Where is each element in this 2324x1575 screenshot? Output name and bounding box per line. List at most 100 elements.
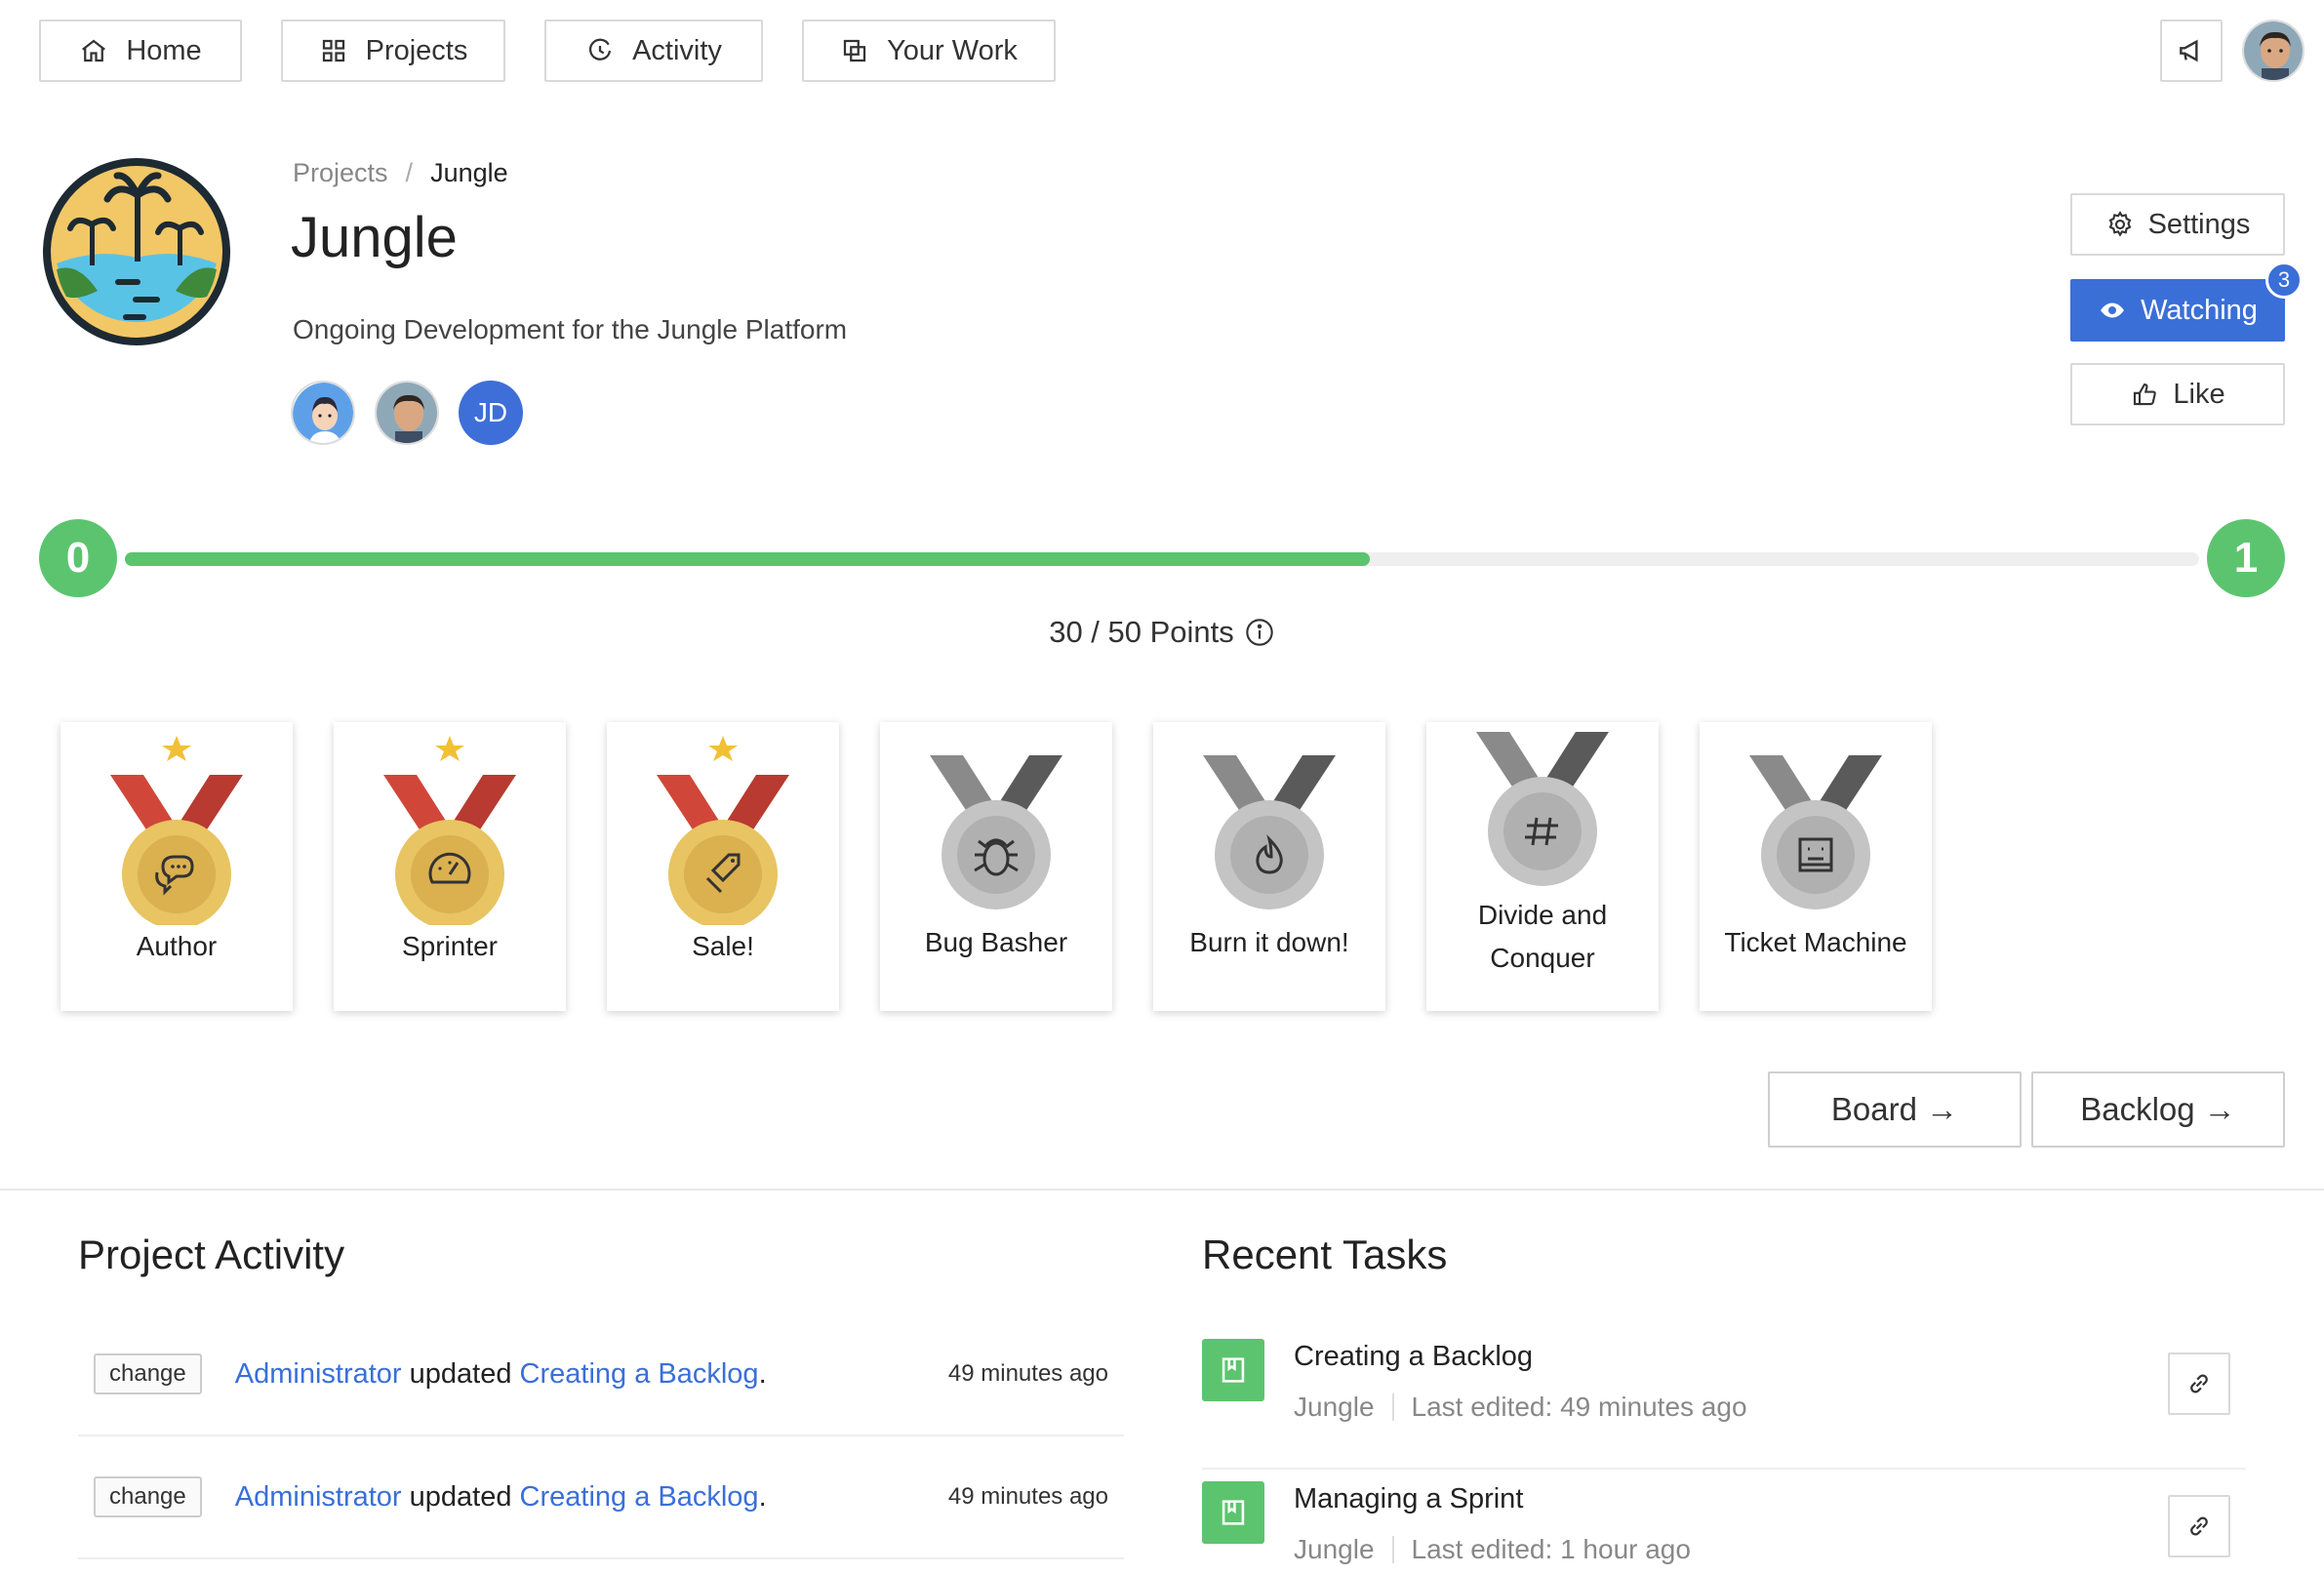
settings-label: Settings <box>2147 208 2251 240</box>
recent-tasks-title: Recent Tasks <box>1202 1232 1448 1277</box>
badge-label: Sale! <box>692 931 754 961</box>
info-icon[interactable] <box>1244 617 1275 648</box>
silver-medal-icon <box>1749 755 1882 909</box>
next-level-badge: 1 <box>2207 519 2285 597</box>
gold-medal-icon <box>110 736 243 925</box>
project-description: Ongoing Development for the Jungle Platf… <box>293 314 848 344</box>
board-link-button[interactable]: Board → <box>1768 1071 2022 1148</box>
activity-text: Administrator updated Creating a Backlog… <box>235 1358 767 1391</box>
activity-verb: updated <box>409 1357 512 1390</box>
activity-row: change Administrator updated Creating a … <box>78 1436 1124 1559</box>
badge-label: Bug Basher <box>924 927 1068 957</box>
gold-medal-icon <box>383 736 516 925</box>
badge-label: Divide and Conquer <box>1478 894 1607 980</box>
task-title[interactable]: Creating a Backlog <box>1294 1341 1533 1373</box>
nav-projects-button[interactable]: Projects <box>281 20 505 82</box>
breadcrumb-projects-link[interactable]: Projects <box>293 158 388 188</box>
task-project: Jungle <box>1294 1534 1375 1564</box>
activity-target-link[interactable]: Creating a Backlog <box>520 1481 759 1513</box>
badge-card-author[interactable]: Author <box>60 722 293 1011</box>
task-story-icon <box>1202 1339 1264 1401</box>
history-icon <box>589 38 612 61</box>
activity-text: Administrator updated Creating a Backlog… <box>235 1481 767 1514</box>
activity-row: change Administrator updated Creating a … <box>78 1313 1124 1436</box>
gold-medal-icon <box>657 736 789 925</box>
settings-button[interactable]: Settings <box>2070 193 2285 256</box>
breadcrumb: Projects / Jungle <box>293 158 508 188</box>
user-photo <box>2244 21 2303 80</box>
silver-medal-icon <box>1476 732 1609 886</box>
activity-end: . <box>758 1357 767 1390</box>
meta-divider <box>1391 1536 1394 1563</box>
activity-timestamp: 49 minutes ago <box>947 1483 1108 1510</box>
member-avatar[interactable] <box>375 381 439 445</box>
thumbs-up-icon <box>2134 383 2157 406</box>
nav-activity-button[interactable]: Activity <box>544 20 763 82</box>
activity-verb: updated <box>409 1480 512 1513</box>
activity-target-link[interactable]: Creating a Backlog <box>520 1358 759 1390</box>
badge-label-line: Divide and <box>1477 900 1608 930</box>
badge-card-burn-it-down[interactable]: Burn it down! <box>1153 722 1385 1011</box>
watching-button[interactable]: Watching <box>2070 279 2285 342</box>
badge-card-sprinter[interactable]: Sprinter <box>334 722 566 1011</box>
home-icon <box>82 39 106 62</box>
watchers-count-badge: 3 <box>2265 262 2303 299</box>
points-progress-fill <box>125 552 1370 566</box>
breadcrumb-separator: / <box>405 158 414 187</box>
badge-card-sale[interactable]: Sale! <box>607 722 839 1011</box>
badge-card-bug-basher[interactable]: Bug Basher <box>880 722 1112 1011</box>
points-summary: 30 / 50 Points <box>0 615 2324 650</box>
badge-label: Ticket Machine <box>1724 927 1907 957</box>
task-link-button[interactable] <box>2168 1353 2230 1415</box>
activity-actor-link[interactable]: Administrator <box>235 1358 402 1390</box>
task-row[interactable]: Creating a Backlog Jungle Last edited: 4… <box>1202 1327 2246 1470</box>
badge-label: Sprinter <box>401 931 499 961</box>
badge-card-divide-and-conquer[interactable]: Divide and Conquer <box>1426 722 1659 1011</box>
eye-icon <box>2101 303 2124 318</box>
nav-activity-label: Activity <box>632 34 722 66</box>
task-last-edited: Last edited: 49 minutes ago <box>1411 1392 1747 1422</box>
announcements-button[interactable] <box>2160 20 2223 82</box>
task-last-edited: Last edited: 1 hour ago <box>1411 1534 1691 1564</box>
task-title[interactable]: Managing a Sprint <box>1294 1483 1523 1515</box>
current-level-badge: 0 <box>39 519 117 597</box>
gear-icon <box>2108 211 2131 237</box>
user-avatar[interactable] <box>2242 20 2304 82</box>
activity-type-chip: change <box>94 1476 202 1517</box>
project-activity-title: Project Activity <box>78 1232 345 1277</box>
nav-home-button[interactable]: Home <box>39 20 242 82</box>
task-link-button[interactable] <box>2168 1495 2230 1557</box>
achievement-badges: Author Sprinter Sale! Bug Basher Burn it… <box>60 722 1932 1011</box>
link-icon <box>2190 1374 2208 1393</box>
backlog-link-button[interactable]: Backlog → <box>2031 1071 2285 1148</box>
badge-label: Author <box>136 931 218 961</box>
watching-label: Watching <box>2141 294 2258 326</box>
points-text: 30 / 50 Points <box>1049 615 1234 649</box>
nav-projects-label: Projects <box>365 34 468 66</box>
task-meta: Jungle Last edited: 1 hour ago <box>1294 1534 1691 1565</box>
activity-actor-link[interactable]: Administrator <box>235 1481 402 1513</box>
task-project: Jungle <box>1294 1392 1375 1422</box>
copy-icon <box>843 39 866 62</box>
top-nav: Home Projects Activity Your Work <box>39 20 1056 82</box>
like-button[interactable]: Like <box>2070 363 2285 425</box>
task-meta: Jungle Last edited: 49 minutes ago <box>1294 1392 1747 1423</box>
activity-end: . <box>758 1480 767 1513</box>
task-story-icon <box>1202 1481 1264 1544</box>
task-row[interactable]: Managing a Sprint Jungle Last edited: 1 … <box>1202 1470 2246 1575</box>
member-avatar[interactable] <box>291 381 355 445</box>
project-logo <box>39 154 234 349</box>
breadcrumb-current: Jungle <box>430 158 508 187</box>
badge-label-line: Conquer <box>1490 943 1595 973</box>
nav-your-work-label: Your Work <box>887 34 1018 66</box>
member-avatar-initials[interactable]: JD <box>459 381 523 445</box>
link-icon <box>2190 1516 2208 1536</box>
badge-label: Burn it down! <box>1189 927 1349 957</box>
silver-medal-icon <box>930 755 1062 909</box>
badge-card-ticket-machine[interactable]: Ticket Machine <box>1700 722 1932 1011</box>
megaphone-icon <box>2180 39 2198 62</box>
points-progress-track <box>125 552 2199 566</box>
nav-your-work-button[interactable]: Your Work <box>802 20 1056 82</box>
project-members: JD <box>291 381 523 445</box>
activity-timestamp: 49 minutes ago <box>947 1360 1108 1387</box>
